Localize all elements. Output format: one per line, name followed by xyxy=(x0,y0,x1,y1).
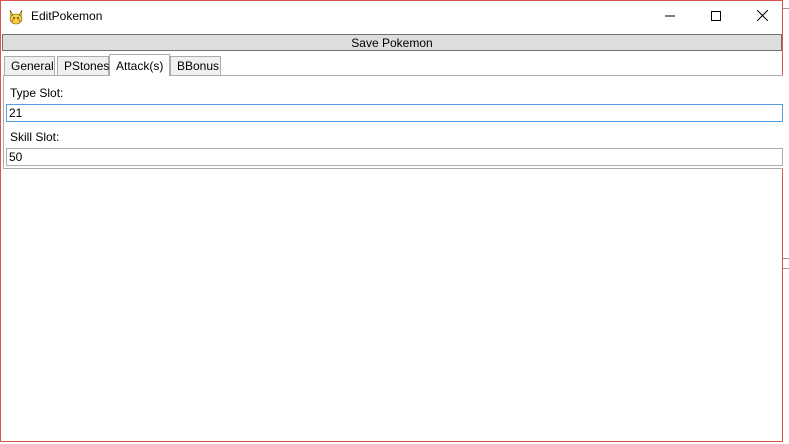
close-button[interactable] xyxy=(739,1,785,32)
background-window-edge xyxy=(783,0,789,444)
window-title: EditPokemon xyxy=(31,9,103,23)
close-icon xyxy=(756,9,768,24)
pikachu-icon xyxy=(7,8,25,26)
type-slot-label: Type Slot: xyxy=(10,86,64,100)
minimize-button[interactable] xyxy=(647,1,693,32)
edge-mark xyxy=(783,258,789,259)
attacks-tab-panel: Type Slot: Skill Slot: xyxy=(3,75,784,169)
edit-pokemon-window: EditPokemon Save Pokemon General PStones… xyxy=(0,0,784,442)
save-pokemon-button[interactable]: Save Pokemon xyxy=(2,34,782,51)
tab-bbonus[interactable]: BBonus xyxy=(170,56,221,75)
title-bar[interactable]: EditPokemon xyxy=(1,1,782,32)
maximize-icon xyxy=(711,10,721,24)
tab-attacks[interactable]: Attack(s) xyxy=(109,54,170,76)
tab-general[interactable]: General xyxy=(4,56,55,75)
minimize-icon xyxy=(665,10,675,24)
tab-pstones[interactable]: PStones xyxy=(57,56,109,75)
skill-slot-input[interactable] xyxy=(6,148,783,166)
edge-mark xyxy=(783,268,789,269)
maximize-button[interactable] xyxy=(693,1,739,32)
skill-slot-label: Skill Slot: xyxy=(10,130,60,144)
type-slot-input[interactable] xyxy=(6,104,783,122)
edge-mark xyxy=(783,8,789,9)
